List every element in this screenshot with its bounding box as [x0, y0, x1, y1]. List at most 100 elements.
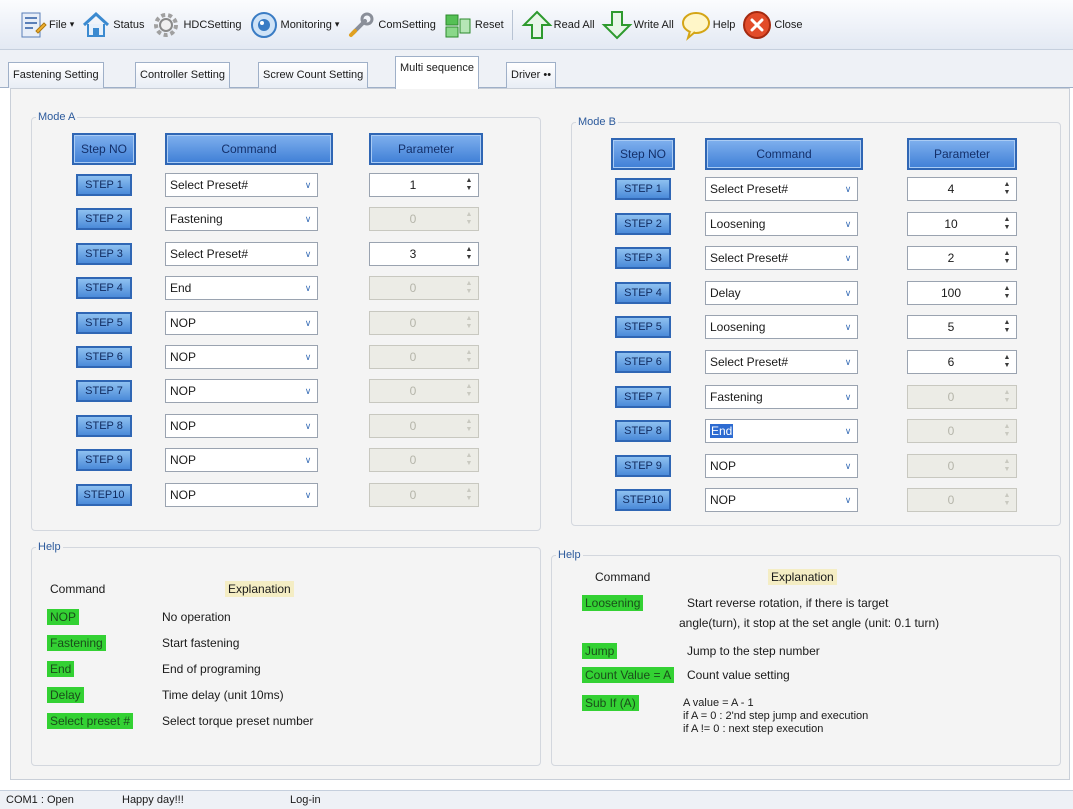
mode-b-step-6-parameter-spinner[interactable]: 6 ▲ ▼ [907, 350, 1017, 374]
chevron-down-icon[interactable]: ∨ [301, 417, 315, 435]
mode-b-step-5-button[interactable]: STEP 5 [615, 316, 671, 339]
mode-b-step-8-parameter-spinner[interactable]: 0 ▲ ▼ [907, 419, 1017, 444]
mode-a-step-3-command-select[interactable]: Select Preset# ∨ [165, 241, 318, 266]
mode-b-step-1-command-select[interactable]: Select Preset# ∨ [705, 177, 858, 201]
mode-b-step-9-command-select[interactable]: NOP ∨ [705, 453, 858, 478]
close-button[interactable]: Close [741, 9, 803, 41]
spinner-arrows-icon[interactable]: ▲ ▼ [1002, 423, 1012, 439]
tab-multi-sequence[interactable]: Multi sequence [395, 56, 479, 89]
chevron-down-icon[interactable]: ∨ [301, 279, 315, 297]
mode-b-step-4-parameter-spinner[interactable]: 100 ▲ ▼ [907, 280, 1017, 305]
help-button[interactable]: Help [680, 9, 735, 41]
mode-b-step-1-parameter-spinner[interactable]: 4 ▲ ▼ [907, 177, 1017, 201]
mode-b-step-3-button[interactable]: STEP 3 [615, 247, 671, 270]
chevron-down-icon[interactable]: ∨ [841, 422, 855, 440]
file-menu-button[interactable]: File ▾ [16, 9, 74, 41]
mode-a-step-8-button[interactable]: STEP 8 [76, 414, 132, 437]
mode-b-step-9-button[interactable]: STEP 9 [615, 454, 671, 477]
spinner-arrows-icon[interactable]: ▲ ▼ [464, 315, 474, 331]
chevron-down-icon[interactable]: ∨ [301, 245, 315, 263]
chevron-down-icon[interactable]: ∨ [841, 457, 855, 475]
chevron-down-icon[interactable]: ∨ [841, 388, 855, 406]
mode-b-step-7-command-select[interactable]: Fastening ∨ [705, 384, 858, 409]
chevron-down-icon[interactable]: ∨ [841, 353, 855, 371]
mode-a-step-5-parameter-spinner[interactable]: 0 ▲ ▼ [369, 310, 479, 335]
mode-b-step-7-button[interactable]: STEP 7 [615, 385, 671, 408]
status-button[interactable]: Status [80, 9, 144, 41]
write-all-button[interactable]: Write All [601, 9, 674, 41]
mode-b-step-2-button[interactable]: STEP 2 [615, 212, 671, 235]
mode-b-step-4-button[interactable]: STEP 4 [615, 281, 671, 304]
mode-a-step-1-command-select[interactable]: Select Preset# ∨ [165, 173, 318, 197]
spinner-arrows-icon[interactable]: ▲ ▼ [464, 349, 474, 365]
chevron-down-icon[interactable]: ∨ [301, 451, 315, 469]
mode-b-step-8-command-select[interactable]: End ∨ [705, 419, 858, 444]
mode-b-step-1-button[interactable]: STEP 1 [615, 178, 671, 200]
mode-a-step-1-button[interactable]: STEP 1 [76, 174, 132, 196]
spinner-arrows-icon[interactable]: ▲ ▼ [464, 177, 474, 193]
mode-a-step-2-button[interactable]: STEP 2 [76, 208, 132, 231]
chevron-down-icon[interactable]: ∨ [301, 382, 315, 400]
spinner-arrows-icon[interactable]: ▲ ▼ [464, 280, 474, 296]
mode-b-step-2-command-select[interactable]: Loosening ∨ [705, 211, 858, 236]
reset-button[interactable]: Reset [442, 9, 504, 41]
mode-a-step-9-button[interactable]: STEP 9 [76, 449, 132, 472]
mode-a-command-header[interactable]: Command [165, 133, 333, 165]
mode-b-step-3-command-select[interactable]: Select Preset# ∨ [705, 246, 858, 271]
chevron-down-icon[interactable]: ∨ [841, 318, 855, 336]
spinner-arrows-icon[interactable]: ▲ ▼ [1002, 389, 1012, 405]
chevron-down-icon[interactable]: ∨ [301, 314, 315, 332]
chevron-down-icon[interactable]: ∨ [841, 215, 855, 233]
spinner-arrows-icon[interactable]: ▲ ▼ [1002, 492, 1012, 508]
mode-a-step-6-parameter-spinner[interactable]: 0 ▲ ▼ [369, 345, 479, 369]
tab-fastening-setting[interactable]: Fastening Setting [8, 62, 104, 88]
mode-a-step-4-command-select[interactable]: End ∨ [165, 276, 318, 301]
mode-a-step-10-button[interactable]: STEP10 [76, 483, 132, 506]
spinner-arrows-icon[interactable]: ▲ ▼ [464, 487, 474, 503]
monitoring-menu-button[interactable]: Monitoring ▾ [248, 9, 339, 41]
mode-a-step-8-command-select[interactable]: NOP ∨ [165, 413, 318, 438]
mode-b-step-2-parameter-spinner[interactable]: 10 ▲ ▼ [907, 211, 1017, 236]
mode-a-parameter-header[interactable]: Parameter [369, 133, 483, 165]
mode-b-parameter-header[interactable]: Parameter [907, 138, 1017, 170]
spinner-arrows-icon[interactable]: ▲ ▼ [464, 452, 474, 468]
spinner-arrows-icon[interactable]: ▲ ▼ [1002, 250, 1012, 266]
mode-a-step-4-button[interactable]: STEP 4 [76, 277, 132, 300]
mode-a-step-10-parameter-spinner[interactable]: 0 ▲ ▼ [369, 482, 479, 507]
spinner-arrows-icon[interactable]: ▲ ▼ [1002, 216, 1012, 232]
mode-b-step-8-button[interactable]: STEP 8 [615, 420, 671, 443]
mode-a-step-5-command-select[interactable]: NOP ∨ [165, 310, 318, 335]
mode-a-step-9-command-select[interactable]: NOP ∨ [165, 448, 318, 473]
spinner-arrows-icon[interactable]: ▲ ▼ [464, 211, 474, 227]
mode-b-step-10-parameter-spinner[interactable]: 0 ▲ ▼ [907, 488, 1017, 513]
chevron-down-icon[interactable]: ∨ [301, 210, 315, 228]
mode-b-step-9-parameter-spinner[interactable]: 0 ▲ ▼ [907, 453, 1017, 478]
spinner-arrows-icon[interactable]: ▲ ▼ [1002, 458, 1012, 474]
spinner-arrows-icon[interactable]: ▲ ▼ [1002, 319, 1012, 335]
mode-b-step-7-parameter-spinner[interactable]: 0 ▲ ▼ [907, 384, 1017, 409]
mode-b-step-5-parameter-spinner[interactable]: 5 ▲ ▼ [907, 315, 1017, 340]
spinner-arrows-icon[interactable]: ▲ ▼ [1002, 181, 1012, 197]
mode-a-step-4-parameter-spinner[interactable]: 0 ▲ ▼ [369, 276, 479, 301]
mode-b-step-10-button[interactable]: STEP10 [615, 489, 671, 512]
tab-driver[interactable]: Driver •• [506, 62, 557, 88]
spinner-arrows-icon[interactable]: ▲ ▼ [1002, 285, 1012, 301]
mode-a-step-3-parameter-spinner[interactable]: 3 ▲ ▼ [369, 241, 479, 266]
spinner-arrows-icon[interactable]: ▲ ▼ [464, 418, 474, 434]
mode-b-command-header[interactable]: Command [705, 138, 863, 170]
mode-a-step-6-button[interactable]: STEP 6 [76, 346, 132, 368]
mode-a-step-1-parameter-spinner[interactable]: 1 ▲ ▼ [369, 173, 479, 197]
tab-screw-count-setting[interactable]: Screw Count Setting [258, 62, 369, 88]
mode-a-step-7-command-select[interactable]: NOP ∨ [165, 379, 318, 404]
mode-a-step-7-button[interactable]: STEP 7 [76, 380, 132, 403]
mode-a-step-6-command-select[interactable]: NOP ∨ [165, 345, 318, 369]
chevron-down-icon[interactable]: ∨ [841, 249, 855, 267]
mode-a-step-8-parameter-spinner[interactable]: 0 ▲ ▼ [369, 413, 479, 438]
mode-b-step-5-command-select[interactable]: Loosening ∨ [705, 315, 858, 340]
hdc-setting-button[interactable]: HDCSetting [150, 9, 242, 41]
tab-controller-setting[interactable]: Controller Setting [135, 62, 230, 88]
mode-b-step-10-command-select[interactable]: NOP ∨ [705, 488, 858, 513]
mode-a-step-no-header[interactable]: Step NO [72, 133, 136, 165]
chevron-down-icon[interactable]: ∨ [301, 486, 315, 504]
mode-b-step-6-button[interactable]: STEP 6 [615, 351, 671, 373]
